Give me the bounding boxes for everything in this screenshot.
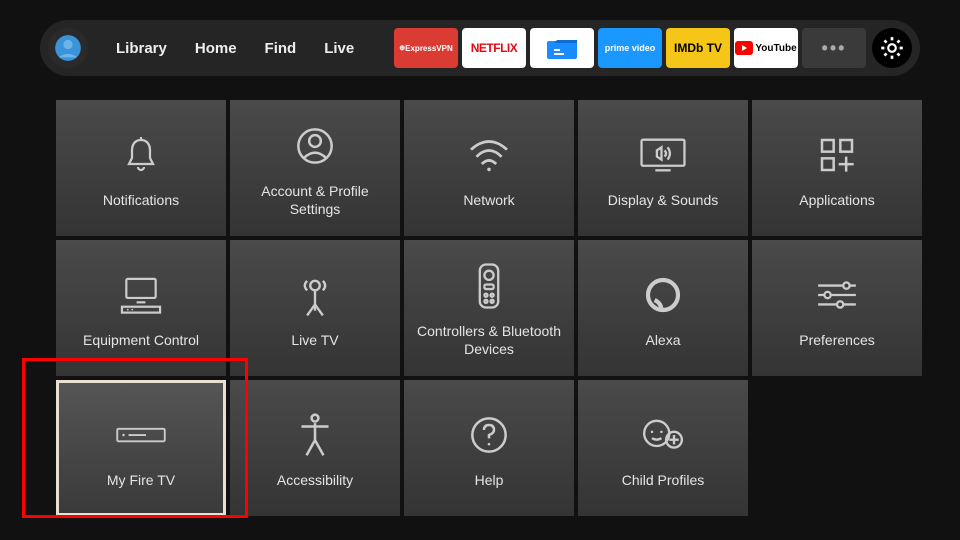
gear-icon: [879, 35, 905, 61]
profile-button[interactable]: [48, 28, 88, 68]
app-prime-video[interactable]: prime video: [598, 28, 662, 68]
tile-equipment-control-label: Equipment Control: [83, 331, 199, 349]
tile-accessibility[interactable]: Accessibility: [230, 380, 400, 516]
tile-live-tv[interactable]: Live TV: [230, 240, 400, 376]
top-navigation-bar: Library Home Find Live ⊕ ExpressVPN NETF…: [40, 20, 920, 76]
tile-controllers-bluetooth-label: Controllers & Bluetooth Devices: [412, 322, 566, 358]
profile-icon: [54, 34, 82, 62]
firetv-icon: [116, 426, 166, 444]
tile-alexa-label: Alexa: [645, 331, 680, 349]
nav-library[interactable]: Library: [102, 40, 181, 57]
app-youtube[interactable]: YouTube: [734, 28, 798, 68]
child-icon: [641, 415, 685, 455]
remote-icon: [478, 263, 500, 309]
tile-display-sounds[interactable]: Display & Sounds: [578, 100, 748, 236]
tile-my-fire-tv-label: My Fire TV: [107, 471, 175, 489]
alexa-icon: [643, 275, 683, 315]
tile-alexa[interactable]: Alexa: [578, 240, 748, 376]
tile-child-profiles-label: Child Profiles: [622, 471, 704, 489]
settings-grid: Notifications Account & Profile Settings…: [56, 100, 922, 516]
apps-icon: [817, 135, 857, 175]
tile-applications-label: Applications: [799, 191, 875, 209]
tile-child-profiles[interactable]: Child Profiles: [578, 380, 748, 516]
tile-accessibility-label: Accessibility: [277, 471, 353, 489]
tile-equipment-control[interactable]: Equipment Control: [56, 240, 226, 376]
app-youtube-label: YouTube: [755, 43, 796, 54]
nav-home[interactable]: Home: [181, 40, 251, 57]
nav-live[interactable]: Live: [310, 40, 368, 57]
tile-applications[interactable]: Applications: [752, 100, 922, 236]
tile-network[interactable]: Network: [404, 100, 574, 236]
tile-help[interactable]: Help: [404, 380, 574, 516]
app-es-file-explorer[interactable]: [530, 28, 594, 68]
tile-notifications-label: Notifications: [103, 191, 179, 209]
person-circle-icon: [295, 126, 335, 166]
sliders-icon: [815, 277, 859, 313]
help-icon: [469, 415, 509, 455]
more-apps-button[interactable]: •••: [802, 28, 866, 68]
tile-live-tv-label: Live TV: [291, 331, 338, 349]
app-imdb-tv[interactable]: IMDb TV: [666, 28, 730, 68]
bell-icon: [123, 135, 159, 175]
nav-find[interactable]: Find: [251, 40, 311, 57]
app-netflix[interactable]: NETFLIX: [462, 28, 526, 68]
antenna-icon: [295, 273, 335, 317]
tile-my-fire-tv[interactable]: My Fire TV: [56, 380, 226, 516]
equipment-icon: [119, 275, 163, 315]
tile-account-profile[interactable]: Account & Profile Settings: [230, 100, 400, 236]
tile-account-profile-label: Account & Profile Settings: [238, 182, 392, 218]
tile-display-sounds-label: Display & Sounds: [608, 191, 719, 209]
tile-help-label: Help: [475, 471, 504, 489]
youtube-play-icon: [735, 41, 753, 55]
folder-icon: [544, 34, 580, 62]
tile-notifications[interactable]: Notifications: [56, 100, 226, 236]
tile-preferences-label: Preferences: [799, 331, 874, 349]
app-expressvpn[interactable]: ⊕ ExpressVPN: [394, 28, 458, 68]
wifi-icon: [467, 137, 511, 173]
display-icon: [640, 137, 686, 173]
app-expressvpn-label: ExpressVPN: [405, 44, 453, 53]
settings-button[interactable]: [872, 28, 912, 68]
tile-preferences[interactable]: Preferences: [752, 240, 922, 376]
tile-controllers-bluetooth[interactable]: Controllers & Bluetooth Devices: [404, 240, 574, 376]
accessibility-icon: [297, 413, 333, 457]
tile-network-label: Network: [463, 191, 514, 209]
